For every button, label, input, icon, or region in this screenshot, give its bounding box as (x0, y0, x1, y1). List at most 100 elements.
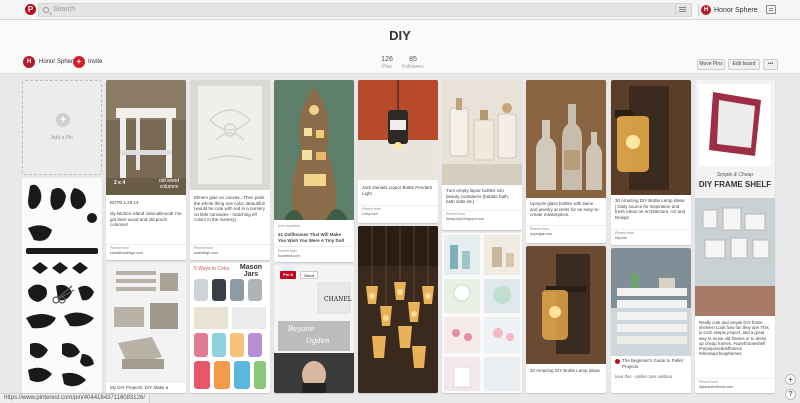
pin-source-label: Pinned from (615, 231, 634, 235)
pin-overlay-title: Mason Jars (239, 264, 263, 278)
pin-card-pallet-chair[interactable]: My DIY Projects: DIY Make a (106, 263, 186, 393)
pin-image (22, 178, 102, 393)
pin-description: My DIY Projects: DIY Make a (110, 385, 169, 390)
pin-source-domain: sandiaboldesign.com (110, 250, 143, 255)
pin-source-domain: popsugar.com (530, 231, 552, 236)
svg-text:CHANEL: CHANEL (324, 296, 352, 303)
pin-source[interactable]: Pinned from sandiaboldesign.com (110, 246, 182, 255)
pin-card-chandelier[interactable] (358, 226, 438, 393)
top-nav-bar: P Search H Honor Sphere (0, 0, 800, 20)
pin-source-domain: diybeautifulhome.com (699, 384, 734, 389)
pin-source-label: Pinned from (362, 207, 381, 211)
pin-source-label: Pinned from (699, 380, 718, 384)
help-button[interactable]: ? (785, 389, 796, 400)
pin-card-planter-collage[interactable] (442, 233, 522, 393)
user-profile-link[interactable]: H Honor Sphere (701, 4, 758, 16)
pin-overlay-title: DIY FRAME SHELF (698, 180, 772, 189)
pin-card-bottle-lamp[interactable]: 30 Amazing DIY Bottle Lamp Ideas | Daily… (611, 80, 691, 245)
pin-source[interactable]: Pinned from buzzfeed.com (278, 249, 350, 258)
divider (611, 229, 691, 230)
pin-source-label: Pinned from (194, 246, 213, 250)
pin-overlay-text: 2 x 4 (114, 180, 126, 186)
pin-overlay-text: Beyone (288, 325, 315, 333)
board-owner-link[interactable]: H Honor Sphere (23, 56, 76, 68)
pin-image (358, 80, 438, 180)
pin-description-text: BOTB 1.29.14 diy kitchen island rational… (110, 200, 182, 227)
pin-description: Upcycle glass bottles with twine and jew… (530, 201, 600, 217)
divider (526, 225, 606, 226)
pin-source[interactable]: Pinned from karenleigh.com (194, 246, 266, 255)
pin-card-jack-daniels-light[interactable]: Jack Daniels Liquor Bottle Pendant Light… (358, 80, 438, 223)
pin-card-frame-shelf[interactable]: Simple & Cheap DIY FRAME SHELF Really cu… (695, 80, 775, 393)
pin-description: Turn empty liquor bottles into beauty co… (446, 188, 510, 204)
pin-card-stencil-shirt[interactable]: CHANEL Pin it Send Beyone Ogden (274, 265, 354, 393)
pin-source[interactable]: Pinned from r-etsy.com (362, 207, 434, 216)
pin-source-label: Pinned from (278, 249, 297, 253)
pin-image (190, 80, 270, 190)
pin-card-lace[interactable] (22, 178, 102, 393)
pin-description: Really cute and simple DIY frame shelves… (699, 320, 769, 357)
avatar: H (701, 5, 711, 15)
pin-image (274, 80, 354, 220)
pin-card-mason-jars[interactable]: 5 Ways to Color Mason Jars (190, 263, 270, 393)
pin-description: 41 Dollhouses That Will Make You Wish Yo… (278, 232, 344, 243)
pin-card-bottle-lamp-2[interactable]: 30 Amazing DIY Bottle Lamp Ideas (526, 246, 606, 393)
pin-card-dollhouse[interactable]: from buzzfeed 41 Dollhouses That Will Ma… (274, 80, 354, 262)
pin-it-button[interactable]: Pin it (280, 271, 296, 279)
messages-icon[interactable] (766, 5, 776, 14)
pin-card-glue-canvas[interactable]: Elmers glue on canvas.. Then paint the w… (190, 80, 270, 260)
page-title: DIY (389, 28, 411, 43)
invite-label: Invite (88, 59, 103, 65)
divider (698, 4, 699, 16)
divider (190, 244, 270, 245)
owner-name: Honor Sphere (39, 59, 77, 65)
followers-count-label: Followers (402, 64, 424, 70)
invite-button[interactable]: + Invite (73, 56, 102, 68)
pin-source[interactable]: Pinned from ifancy-diys.blogspot.com (446, 212, 518, 221)
move-pins-button[interactable]: Move Pins (697, 59, 725, 70)
pin-description: BOTB 1.29.14 diy kitchen island rational… (110, 200, 182, 228)
add-pin-card[interactable]: + Add a Pin (22, 80, 102, 175)
pin-card-upcycled-bottles[interactable]: Upcycle glass bottles with twine and jew… (526, 80, 606, 243)
pin-overlay-title: 5 Ways to Color (194, 266, 230, 272)
pin-source-domain: ifancy-diys.blogspot.com (446, 216, 485, 221)
pin-card-kitchen-island[interactable]: 2 x 4 old wood columns BOTB 1.29.14 diy … (106, 80, 186, 260)
divider (442, 210, 522, 211)
divider (695, 378, 775, 379)
pin-source[interactable]: Pinned from diybeautifulhome.com (699, 380, 771, 389)
search-input[interactable]: Search (38, 3, 692, 17)
add-user-icon: + (73, 56, 85, 68)
pin-image (526, 246, 606, 364)
pin-source[interactable]: Pinned from ebj.com (615, 231, 687, 240)
add-button[interactable]: + (785, 374, 796, 385)
pin-source[interactable]: Pinned from popsugar.com (530, 227, 602, 236)
plus-icon: + (56, 113, 70, 127)
followers-count[interactable]: 85 Followers (398, 56, 428, 70)
pin-description: 30 Amazing DIY Bottle Lamp Ideas (530, 368, 600, 373)
edit-board-button[interactable]: Edit board (728, 59, 760, 70)
pin-image (526, 80, 606, 198)
pin-source-domain: karenleigh.com (194, 250, 218, 255)
followers-count-value: 85 (409, 56, 417, 63)
pin-overlay-text: Ogden (306, 337, 330, 345)
search-placeholder: Search (53, 6, 76, 13)
board-header: DIY H Honor Sphere + Invite 126 Pins 85 … (0, 20, 800, 74)
pin-overlay-text: old wood columns (158, 178, 179, 190)
pin-image (442, 233, 522, 393)
more-options-button[interactable]: ••• (763, 59, 778, 70)
guided-search-menu-icon[interactable] (675, 5, 689, 15)
pin-card-liquor-containers[interactable]: Turn empty liquor bottles into beauty co… (442, 80, 522, 230)
pin-image (611, 248, 691, 356)
pin-overlay-text: Simple & Cheap (716, 172, 754, 178)
send-button[interactable]: Send (300, 271, 318, 279)
avatar: H (23, 56, 35, 68)
pin-source-label: Pinned from (446, 212, 465, 216)
divider (358, 205, 438, 206)
pinterest-logo-icon[interactable]: P (25, 4, 36, 15)
pin-source-domain: r-etsy.com (362, 211, 379, 216)
pin-via: from buzzfeed (278, 224, 301, 228)
pin-card-pallet-projects[interactable]: The Beginner's Guide to Pallet Projects … (611, 248, 691, 393)
pin-source-domain: buzzfeed.com (278, 253, 300, 258)
pin-description: Jack Daniels Liquor Bottle Pendant Light (362, 185, 433, 196)
pin-image (442, 80, 522, 185)
